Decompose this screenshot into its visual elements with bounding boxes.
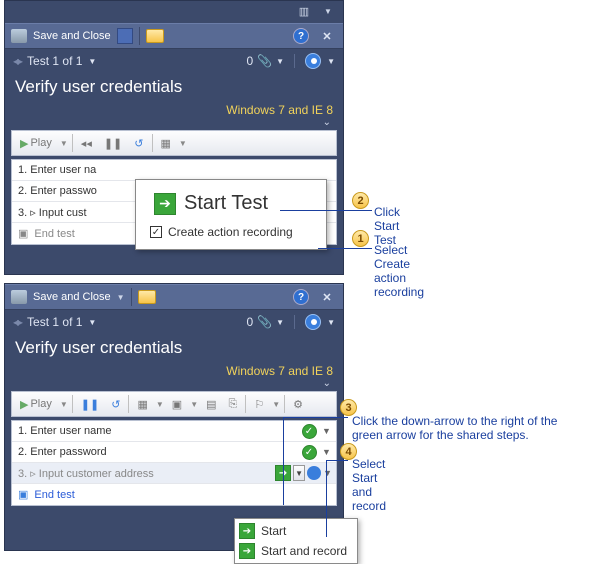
step-back-button[interactable]: ◂◂: [77, 135, 96, 152]
play-toolbar: ▶Play ▼ ❚❚ ↺ ▦ ▼ ▣ ▼ ▤ ⎘ ⚐ ▼ ⚙: [11, 391, 337, 417]
layout-icon[interactable]: ▥: [295, 3, 313, 19]
pass-icon[interactable]: [302, 424, 317, 439]
reset-button[interactable]: ↺: [130, 135, 147, 152]
tool-button[interactable]: ⎘: [225, 396, 242, 413]
close-icon[interactable]: ✕: [317, 27, 337, 45]
info-icon[interactable]: [305, 314, 321, 330]
save-toolbar: Save and Close ? ✕: [5, 23, 343, 49]
dropdown-icon[interactable]: ▼: [322, 426, 336, 436]
step-row: 1. Enter user na: [12, 160, 336, 181]
test-navigation: ◂▸ Test 1 of 1 ▼ 0 📎 ▼ ▼: [5, 310, 343, 334]
pause-button[interactable]: ❚❚: [100, 135, 126, 152]
dropdown-icon[interactable]: ▼: [322, 447, 336, 457]
test-title: Verify user credentials: [5, 73, 343, 101]
expand-icon[interactable]: ⌄: [323, 378, 331, 389]
tool-icon[interactable]: [11, 29, 27, 43]
pass-icon[interactable]: [302, 445, 317, 460]
play-toolbar: ▶Play ▼ ◂◂ ❚❚ ↺ ▦ ▼: [11, 130, 337, 156]
capture-button[interactable]: ▦: [133, 396, 151, 413]
open-icon[interactable]: [146, 29, 164, 43]
attachment-count: 0: [247, 315, 254, 329]
pause-button[interactable]: ❚❚: [77, 396, 103, 413]
help-icon[interactable]: ?: [293, 289, 309, 305]
paperclip-icon[interactable]: 📎: [257, 54, 272, 68]
config-label: Windows 7 and IE 8: [226, 364, 333, 378]
step-list: 1. Enter user name ▼ 2. Enter password ▼…: [11, 420, 337, 506]
end-test-link[interactable]: End test: [28, 489, 336, 501]
test-title: Verify user credentials: [5, 334, 343, 362]
test-position-label: Test 1 of 1: [27, 315, 82, 329]
dropdown-icon[interactable]: ▼: [276, 57, 284, 66]
nav-arrows[interactable]: ◂▸: [13, 315, 21, 329]
tool-button[interactable]: ▤: [202, 396, 220, 413]
save-icon[interactable]: [117, 28, 133, 44]
help-icon[interactable]: ?: [293, 28, 309, 44]
open-icon[interactable]: [138, 290, 156, 304]
test-position-label: Test 1 of 1: [27, 54, 82, 68]
save-close-button[interactable]: Save and Close: [33, 30, 111, 42]
tool-button[interactable]: ▣: [168, 396, 186, 413]
step-row: 1. Enter user name ▼: [12, 421, 336, 442]
start-arrow-icon: [154, 193, 176, 215]
close-icon[interactable]: ✕: [317, 288, 337, 306]
shared-step-dropdown[interactable]: ▼: [293, 465, 305, 481]
end-test-row: ▣ End test: [12, 484, 336, 505]
tool-icon[interactable]: [11, 290, 27, 304]
tool-button[interactable]: ⚐: [250, 396, 268, 413]
dropdown-icon[interactable]: ▼: [88, 57, 96, 66]
start-test-button[interactable]: Start Test: [184, 192, 268, 215]
reset-button[interactable]: ↺: [107, 396, 124, 413]
play-button[interactable]: ▶Play: [16, 396, 56, 413]
info-icon[interactable]: [307, 466, 321, 480]
save-toolbar: Save and Close ▼ ? ✕: [5, 284, 343, 310]
caret-icon[interactable]: ▼: [319, 3, 337, 19]
test-runner-window-1: ▥ ▼ Save and Close ? ✕ ◂▸ Test 1 of 1 ▼ …: [4, 0, 344, 275]
menu-start[interactable]: Start: [235, 521, 357, 541]
save-close-button[interactable]: Save and Close: [33, 291, 111, 303]
start-test-popup: Start Test ✓ Create action recording: [135, 179, 327, 250]
dropdown-icon[interactable]: ▼: [327, 57, 335, 66]
create-recording-checkbox[interactable]: ✓: [150, 226, 162, 238]
paperclip-icon[interactable]: 📎: [257, 315, 272, 329]
test-navigation: ◂▸ Test 1 of 1 ▼ 0 📎 ▼ ▼: [5, 49, 343, 73]
capture-button[interactable]: ▦: [157, 135, 175, 152]
expand-icon[interactable]: ⌄: [323, 117, 331, 128]
menu-start-and-record[interactable]: Start and record: [235, 541, 357, 561]
attachment-count: 0: [247, 54, 254, 68]
play-button[interactable]: ▶Play: [16, 135, 56, 152]
tool-button[interactable]: ⚙: [289, 396, 307, 413]
shared-step-row: 3. ▹ Input customer address ▼ ▼: [12, 463, 336, 484]
step-row: 2. Enter password ▼: [12, 442, 336, 463]
config-label: Windows 7 and IE 8: [226, 103, 333, 117]
nav-arrows[interactable]: ◂▸: [13, 54, 21, 68]
info-icon[interactable]: [305, 53, 321, 69]
start-arrow-icon: [239, 523, 255, 539]
shared-step-menu: Start Start and record: [234, 518, 358, 564]
start-arrow-icon: [239, 543, 255, 559]
create-recording-label: Create action recording: [168, 225, 293, 239]
